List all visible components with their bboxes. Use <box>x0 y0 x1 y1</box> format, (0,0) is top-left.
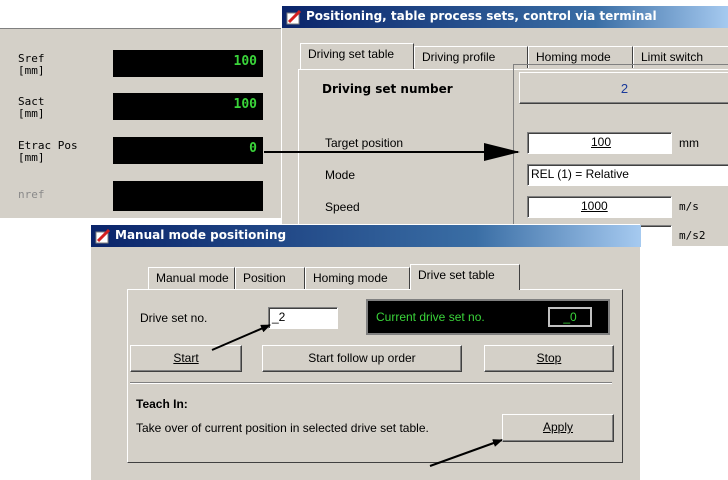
annotation-arrows <box>211 143 520 467</box>
arrow-to-apply <box>429 439 503 467</box>
arrow-to-drive-set <box>211 324 271 351</box>
tab-driving-set-table[interactable]: Driving set table <box>300 43 414 69</box>
tab-drive-set-table[interactable]: Drive set table <box>410 264 520 290</box>
